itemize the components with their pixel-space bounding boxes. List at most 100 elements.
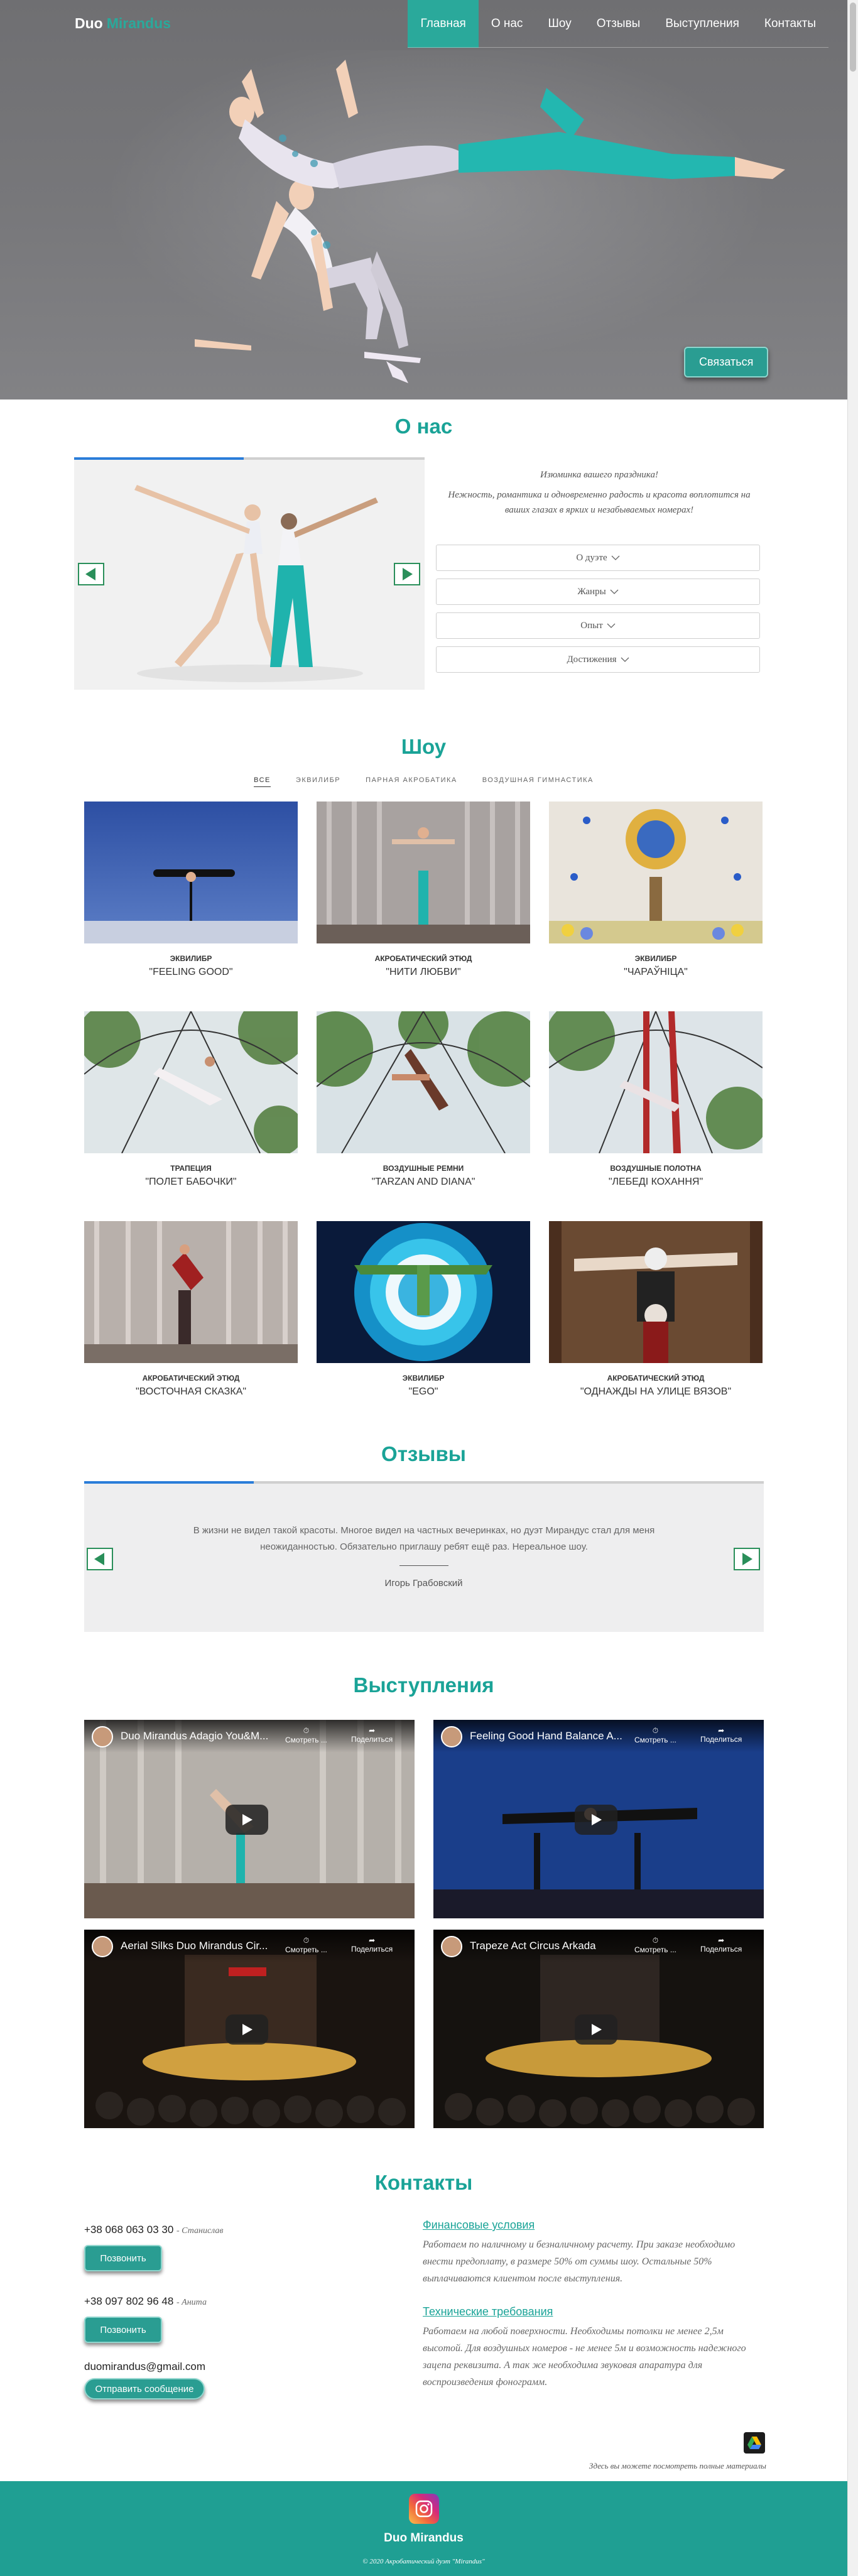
accordion-achievements[interactable]: Достижения xyxy=(436,646,760,673)
filter-equilibre[interactable]: ЭКВИЛИБР xyxy=(296,776,340,787)
review-author: Игорь Грабовский xyxy=(384,1578,463,1589)
nav-contacts[interactable]: Контакты xyxy=(751,0,828,48)
about-intro: Изюминка вашего праздника! Нежность, ром… xyxy=(436,467,763,518)
show-card[interactable]: ЭКВИЛИБР "ЧАРАЎНІЦА" xyxy=(549,802,763,978)
technical-requirements-text: Работаем на любой поверхности. Необходим… xyxy=(423,2326,746,2388)
send-message-button[interactable]: Отправить сообщение xyxy=(84,2378,205,2399)
watch-later-label: Смотреть ... xyxy=(285,1945,327,1954)
show-card[interactable]: АКРОБАТИЧЕСКИЙ ЭТЮД "НИТИ ЛЮБВИ" xyxy=(317,802,530,978)
show-card[interactable]: ТРАПЕЦИЯ "ПОЛЕТ БАБОЧКИ" xyxy=(84,1011,298,1188)
play-button[interactable] xyxy=(225,1805,268,1835)
financial-terms-title[interactable]: Финансовые условия xyxy=(423,2219,535,2232)
play-button[interactable] xyxy=(575,1805,617,1835)
watch-later-button[interactable]: ⏱ Смотреть ... xyxy=(285,1726,327,1744)
share-icon: ➦ xyxy=(369,1726,376,1735)
show-card[interactable]: ЭКВИЛИБР "EGO" xyxy=(317,1221,530,1398)
accordion-genres[interactable]: Жанры xyxy=(436,579,760,605)
shows-title: Шоу xyxy=(401,735,447,758)
phone-2[interactable]: +38 097 802 96 48 - Анита xyxy=(84,2295,207,2308)
accordion-about-duo[interactable]: О дуэте xyxy=(436,545,760,571)
share-button[interactable]: ➦ Поделиться xyxy=(700,1726,742,1744)
call-button-2[interactable]: Позвонить xyxy=(84,2317,162,2343)
show-image xyxy=(549,1221,763,1363)
review-text: В жизни не видел такой красоты. Многое в… xyxy=(193,1525,655,1552)
watch-later-button[interactable]: ⏱ Смотреть ... xyxy=(634,1936,676,1954)
about-slide-image xyxy=(74,460,425,690)
show-card[interactable]: ВОЗДУШНЫЕ РЕМНИ "TARZAN AND DIANA" xyxy=(317,1011,530,1188)
review-divider xyxy=(399,1565,448,1566)
technical-requirements-title[interactable]: Технические требования xyxy=(423,2305,553,2318)
share-button[interactable]: ➦ Поделиться xyxy=(351,1936,393,1954)
show-name: "НИТИ ЛЮБВИ" xyxy=(386,967,461,977)
show-image xyxy=(84,1011,298,1153)
financial-terms-text: Работаем по наличному и безналичному рас… xyxy=(423,2239,736,2284)
reviews-prev-arrow[interactable] xyxy=(87,1548,113,1570)
call-button-1[interactable]: Позвонить xyxy=(84,2245,162,2271)
play-button[interactable] xyxy=(575,2014,617,2045)
play-icon xyxy=(592,1814,602,1825)
nav-show[interactable]: Шоу xyxy=(535,0,584,48)
arrow-left-icon xyxy=(94,1553,104,1565)
show-card[interactable]: ЭКВИЛИБР "FEELING GOOD" xyxy=(84,802,298,978)
channel-avatar[interactable] xyxy=(441,1936,462,1957)
about-prev-arrow[interactable] xyxy=(78,563,104,585)
show-name: "ПОЛЕТ БАБОЧКИ" xyxy=(145,1177,237,1187)
drive-note: Здесь вы можете посмотреть полные матери… xyxy=(589,2461,766,2470)
channel-avatar[interactable] xyxy=(92,1936,113,1957)
play-button[interactable] xyxy=(225,2014,268,2045)
show-image xyxy=(549,802,763,943)
show-category: ЭКВИЛИБР xyxy=(634,954,677,963)
channel-avatar[interactable] xyxy=(441,1726,462,1747)
video-player[interactable]: Duo Mirandus Adagio You&M... ⏱ Смотреть .… xyxy=(84,1720,415,1918)
clock-icon: ⏱ xyxy=(303,1936,310,1945)
filter-all[interactable]: ВСЕ xyxy=(254,776,271,787)
show-image xyxy=(317,1011,530,1153)
contact-cta-button[interactable]: Связаться xyxy=(684,347,769,378)
show-card[interactable]: АКРОБАТИЧЕСКИЙ ЭТЮД "ВОСТОЧНАЯ СКАЗКА" xyxy=(84,1221,298,1398)
phone-1[interactable]: +38 068 063 03 30 - Станислав xyxy=(84,2224,224,2236)
filter-pair-acrobatics[interactable]: ПАРНАЯ АКРОБАТИКА xyxy=(366,776,457,787)
show-category: ВОЗДУШНЫЕ ПОЛОТНА xyxy=(610,1164,702,1173)
share-button[interactable]: ➦ Поделиться xyxy=(351,1726,393,1744)
chevron-down-icon xyxy=(611,555,620,560)
logo-main: Duo xyxy=(75,15,103,31)
show-card[interactable]: АКРОБАТИЧЕСКИЙ ЭТЮД "ОДНАЖДЫ НА УЛИЦЕ ВЯ… xyxy=(549,1221,763,1398)
watch-later-button[interactable]: ⏱ Смотреть ... xyxy=(285,1936,327,1954)
nav-home[interactable]: Главная xyxy=(408,0,479,48)
google-drive-icon[interactable] xyxy=(744,2432,765,2454)
page-scrollbar[interactable] xyxy=(847,0,858,2576)
shows-filter-tabs: ВСЕ ЭКВИЛИБР ПАРНАЯ АКРОБАТИКА ВОЗДУШНАЯ… xyxy=(0,776,847,787)
accordion-label: О дуэте xyxy=(576,552,607,563)
reviews-title: Отзывы xyxy=(381,1442,466,1465)
accordion-experience[interactable]: Опыт xyxy=(436,612,760,639)
about-line2: Нежность, романтика и одновременно радос… xyxy=(448,490,751,515)
about-next-arrow[interactable] xyxy=(394,563,420,585)
share-icon: ➦ xyxy=(718,1726,725,1735)
channel-avatar[interactable] xyxy=(92,1726,113,1747)
show-card[interactable]: ВОЗДУШНЫЕ ПОЛОТНА "ЛЕБЕДІ КОХАННЯ" xyxy=(549,1011,763,1188)
logo[interactable]: Duo Mirandus xyxy=(75,15,171,32)
phone-1-name: - Станислав xyxy=(176,2226,224,2236)
show-category: ЭКВИЛИБР xyxy=(402,1374,445,1383)
email-link[interactable]: duomirandus@gmail.com xyxy=(84,2361,205,2373)
logo-accent: Mirandus xyxy=(106,15,171,31)
instagram-icon[interactable] xyxy=(409,2494,439,2524)
watch-later-label: Смотреть ... xyxy=(634,1945,676,1954)
video-player[interactable]: Aerial Silks Duo Mirandus Cir... ⏱ Смотре… xyxy=(84,1930,415,2128)
clock-icon: ⏱ xyxy=(652,1936,659,1945)
nav-about[interactable]: О нас xyxy=(478,0,536,48)
scrollbar-thumb[interactable] xyxy=(850,3,856,72)
share-button[interactable]: ➦ Поделиться xyxy=(700,1936,742,1954)
phone-2-name: - Анита xyxy=(176,2298,207,2307)
share-label: Поделиться xyxy=(351,1945,393,1954)
nav-reviews[interactable]: Отзывы xyxy=(584,0,653,48)
arrow-right-icon xyxy=(742,1553,752,1565)
nav-performances[interactable]: Выступления xyxy=(653,0,752,48)
about-title: О нас xyxy=(394,415,453,438)
show-category: ТРАПЕЦИЯ xyxy=(170,1164,212,1173)
filter-aerial[interactable]: ВОЗДУШНАЯ ГИМНАСТИКА xyxy=(482,776,594,787)
watch-later-button[interactable]: ⏱ Смотреть ... xyxy=(634,1726,676,1744)
video-player[interactable]: Trapeze Act Circus Arkada ⏱ Смотреть ... … xyxy=(433,1930,764,2128)
reviews-next-arrow[interactable] xyxy=(734,1548,760,1570)
video-player[interactable]: Feeling Good Hand Balance A... ⏱ Смотреть… xyxy=(433,1720,764,1918)
